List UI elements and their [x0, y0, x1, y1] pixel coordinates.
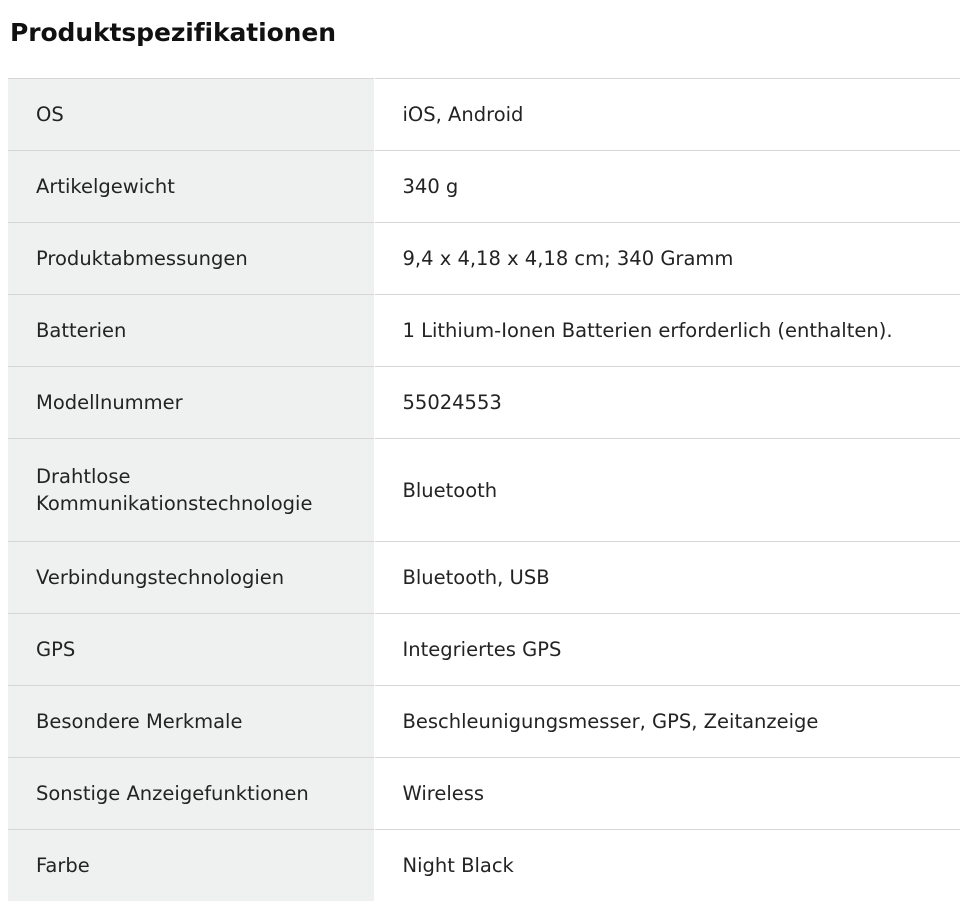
spec-value-sonstige-anzeigefunktionen: Wireless: [374, 757, 960, 830]
spec-value-batterien: 1 Lithium-Ionen Batterien erforderlich (…: [374, 294, 960, 367]
table-row: GPS Integriertes GPS: [8, 613, 960, 686]
spec-value-os: iOS, Android: [374, 78, 960, 151]
spec-label-modellnummer: Modellnummer: [8, 366, 375, 439]
table-row: Besondere Merkmale Beschleunigungsmesser…: [8, 685, 960, 758]
spec-label-os: OS: [8, 78, 375, 151]
product-specifications-table: OS iOS, Android Artikelgewicht 340 g Pro…: [8, 78, 960, 901]
product-specifications-page: Produktspezifikationen OS iOS, Android A…: [0, 0, 960, 922]
table-row: OS iOS, Android: [8, 78, 960, 151]
spec-label-batterien: Batterien: [8, 294, 375, 367]
spec-label-drahtlose-kommunikationstechnologie: Drahtlose Kommunikationstechnologie: [8, 438, 375, 542]
table-row: Artikelgewicht 340 g: [8, 150, 960, 223]
spec-label-verbindungstechnologien: Verbindungstechnologien: [8, 541, 375, 614]
spec-value-verbindungstechnologien: Bluetooth, USB: [374, 541, 960, 614]
table-row: Drahtlose Kommunikationstechnologie Blue…: [8, 438, 960, 542]
table-row: Farbe Night Black: [8, 829, 960, 901]
spec-value-produktabmessungen: 9,4 x 4,18 x 4,18 cm; 340 Gramm: [374, 222, 960, 295]
spec-table-body: OS iOS, Android Artikelgewicht 340 g Pro…: [8, 78, 960, 901]
spec-label-artikelgewicht: Artikelgewicht: [8, 150, 375, 223]
page-title: Produktspezifikationen: [10, 18, 336, 47]
spec-value-besondere-merkmale: Beschleunigungsmesser, GPS, Zeitanzeige: [374, 685, 960, 758]
spec-label-besondere-merkmale: Besondere Merkmale: [8, 685, 375, 758]
table-row: Produktabmessungen 9,4 x 4,18 x 4,18 cm;…: [8, 222, 960, 295]
table-row: Modellnummer 55024553: [8, 366, 960, 439]
spec-value-gps: Integriertes GPS: [374, 613, 960, 686]
spec-label-farbe: Farbe: [8, 829, 375, 901]
spec-value-artikelgewicht: 340 g: [374, 150, 960, 223]
spec-label-sonstige-anzeigefunktionen: Sonstige Anzeigefunktionen: [8, 757, 375, 830]
spec-label-produktabmessungen: Produktabmessungen: [8, 222, 375, 295]
table-row: Sonstige Anzeigefunktionen Wireless: [8, 757, 960, 830]
spec-value-drahtlose-kommunikationstechnologie: Bluetooth: [374, 438, 960, 542]
table-row: Verbindungstechnologien Bluetooth, USB: [8, 541, 960, 614]
spec-value-farbe: Night Black: [374, 829, 960, 901]
spec-value-modellnummer: 55024553: [374, 366, 960, 439]
spec-label-gps: GPS: [8, 613, 375, 686]
table-row: Batterien 1 Lithium-Ionen Batterien erfo…: [8, 294, 960, 367]
